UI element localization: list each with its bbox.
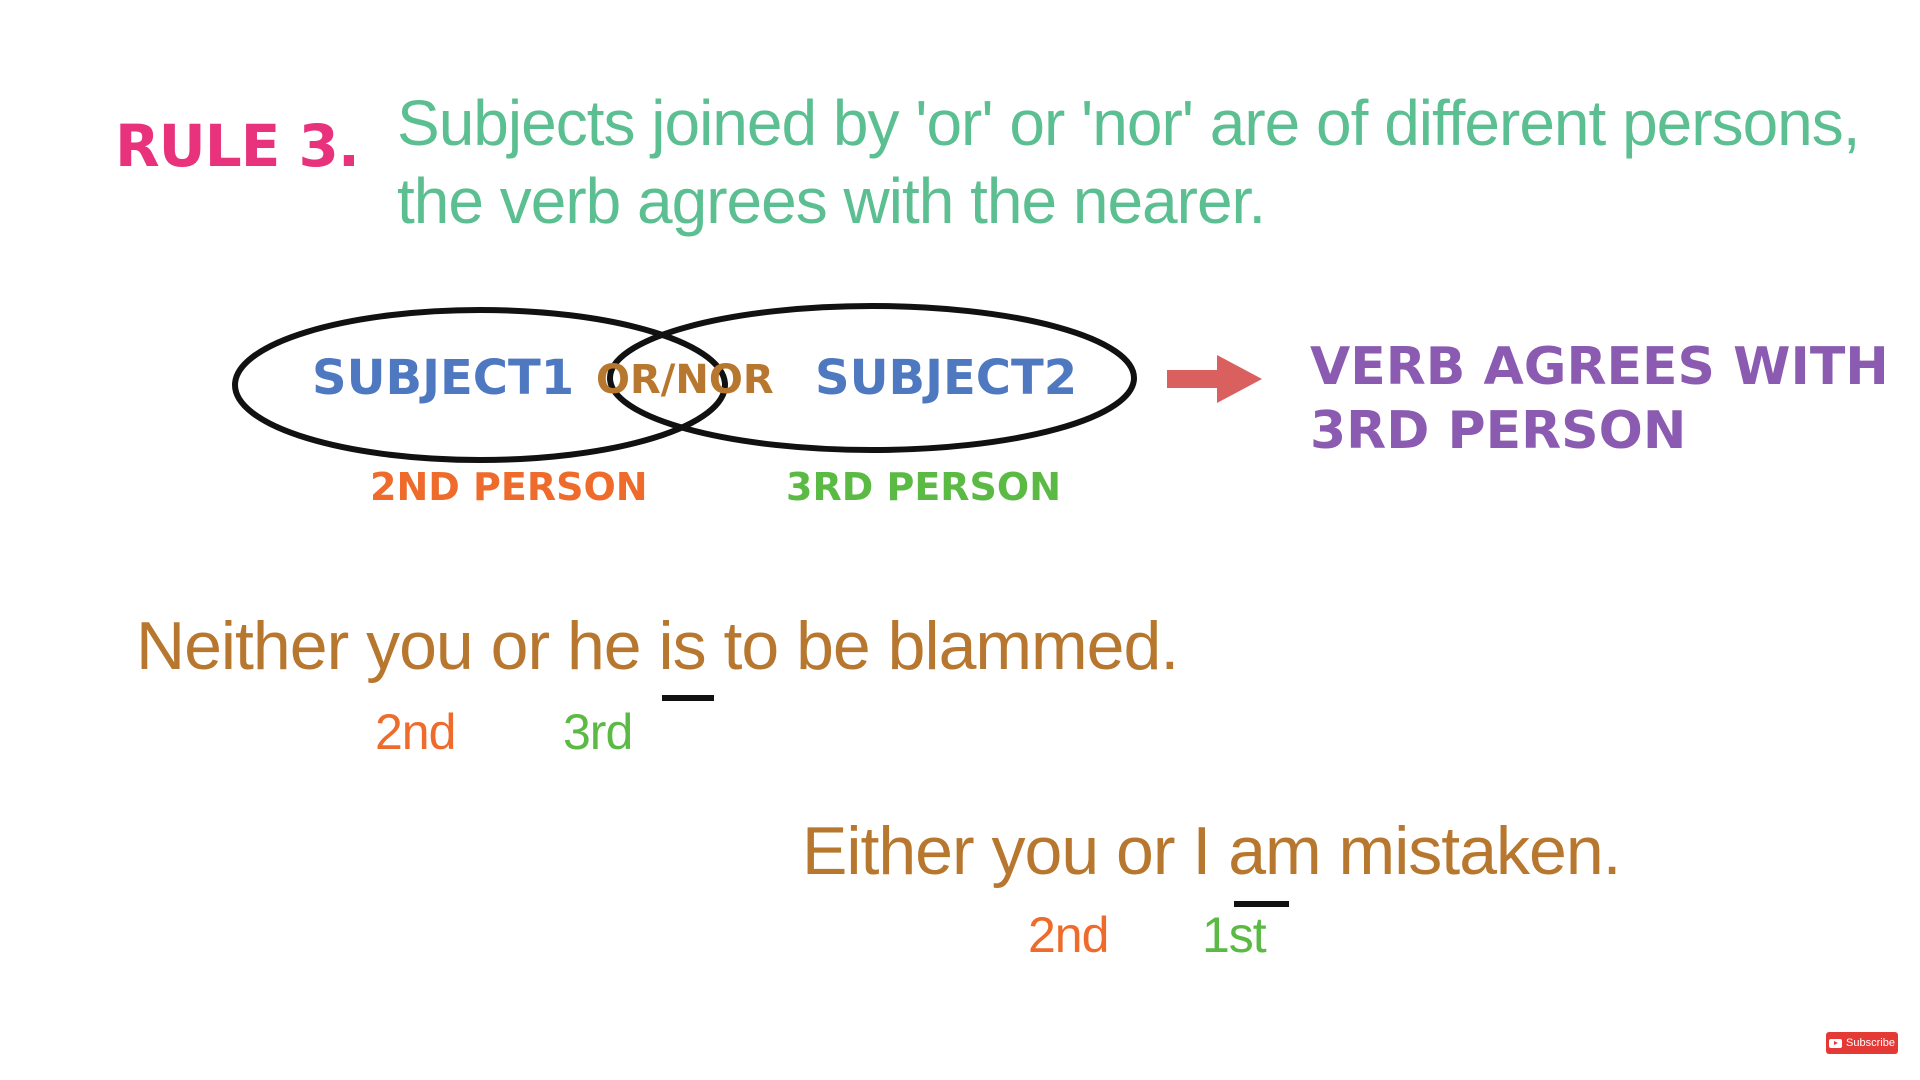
subscribe-label: Subscribe bbox=[1846, 1037, 1895, 1049]
connector-label: OR/NOR bbox=[596, 357, 774, 403]
subject2-label: SUBJECT2 bbox=[815, 350, 1078, 406]
subject1-label: SUBJECT1 bbox=[312, 350, 575, 406]
right-arrow-icon bbox=[1167, 355, 1262, 403]
example-sentence-1: Neither you or he is to be blammed. bbox=[136, 608, 1179, 684]
verb-underline-is bbox=[662, 695, 714, 701]
subject1-person-label: 2ND PERSON bbox=[370, 465, 648, 509]
example-2-first-person-tag: 2nd bbox=[1028, 907, 1109, 963]
subscribe-button[interactable]: Subscribe bbox=[1826, 1032, 1898, 1054]
subject2-person-label: 3RD PERSON bbox=[786, 465, 1062, 509]
venn-diagram bbox=[232, 303, 1289, 907]
result-text: VERB AGREES WITH 3RD PERSON bbox=[1310, 335, 1889, 463]
youtube-play-icon bbox=[1829, 1038, 1843, 1048]
result-line2: 3RD PERSON bbox=[1310, 401, 1687, 461]
example-2-second-person-tag: 1st bbox=[1202, 907, 1267, 963]
example-sentence-2: Either you or I am mistaken. bbox=[802, 813, 1622, 889]
example-1-second-person-tag: 3rd bbox=[563, 704, 633, 760]
result-line1: VERB AGREES WITH bbox=[1310, 337, 1889, 397]
example-1-first-person-tag: 2nd bbox=[375, 704, 456, 760]
